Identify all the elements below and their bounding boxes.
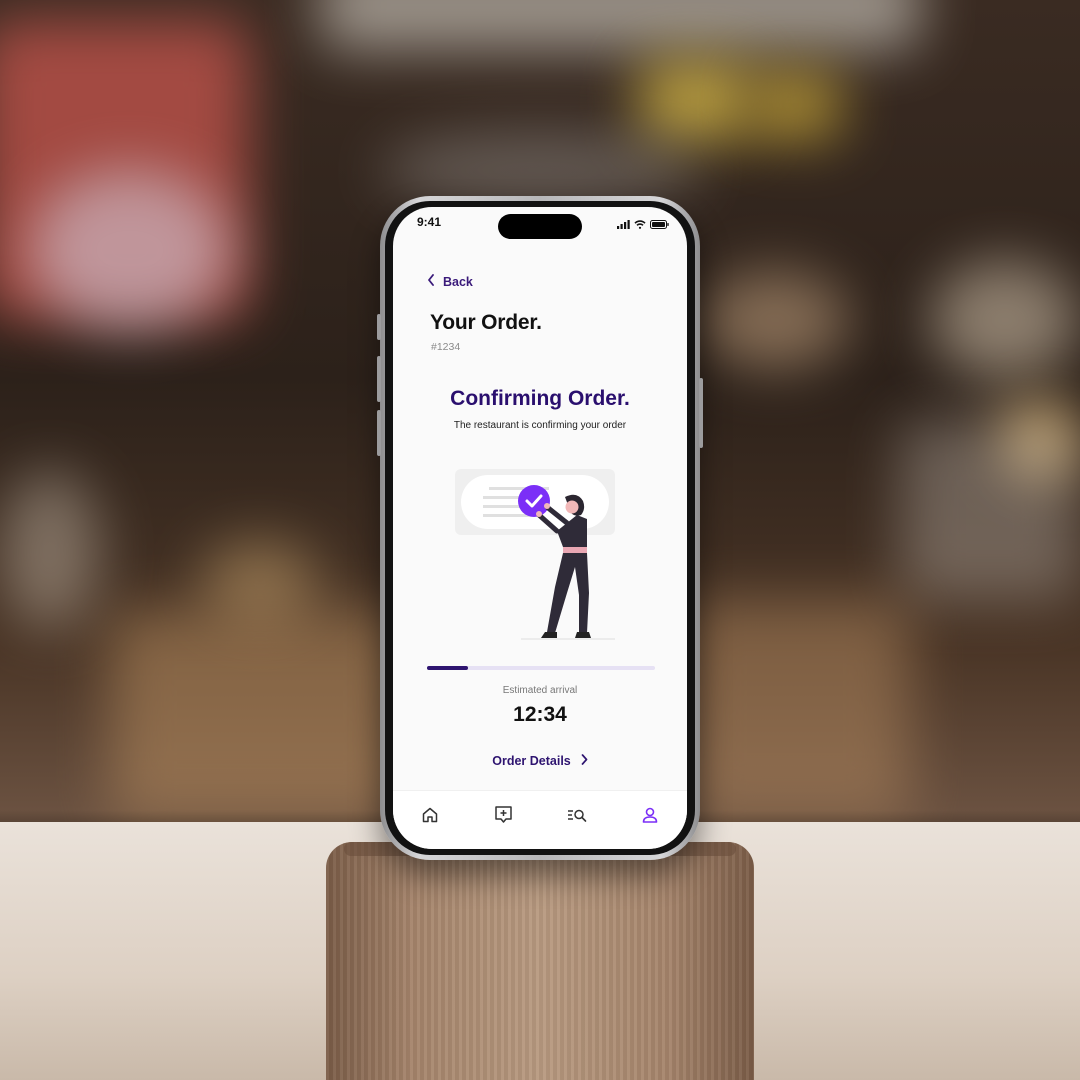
back-button[interactable]: Back (427, 273, 473, 291)
bottom-tab-bar (393, 790, 687, 849)
order-details-button[interactable]: Order Details (393, 752, 687, 770)
order-progress-fill (427, 666, 469, 670)
order-progress-bar (427, 666, 655, 670)
order-status-subtitle: The restaurant is confirming your order (453, 420, 627, 431)
chevron-right-icon (581, 752, 588, 770)
estimated-arrival-time: 12:34 (513, 703, 567, 726)
home-icon (421, 806, 439, 829)
signal-icon (617, 216, 630, 234)
confirmation-illustration (451, 467, 621, 657)
tab-profile[interactable] (630, 805, 670, 829)
app-screen: 9:41 Back Your Order. #1234 Confirming O… (393, 207, 687, 849)
chevron-left-icon (427, 273, 435, 291)
wifi-icon (634, 216, 646, 234)
order-status-title: Confirming Order. (450, 387, 630, 410)
dynamic-island (498, 214, 582, 239)
status-bar: 9:41 (393, 207, 687, 251)
status-time: 9:41 (417, 215, 442, 229)
profile-icon (641, 806, 659, 829)
order-details-label: Order Details (492, 754, 571, 768)
search-list-icon (567, 807, 587, 828)
back-label: Back (443, 275, 473, 289)
page-title: Your Order. (430, 311, 542, 334)
tab-home[interactable] (410, 805, 450, 829)
phone-device: 9:41 Back Your Order. #1234 Confirming O… (377, 196, 703, 860)
order-number: #1234 (431, 341, 461, 353)
wooden-stand (326, 842, 754, 1080)
new-order-icon (494, 805, 513, 829)
estimated-arrival-label: Estimated arrival (502, 685, 578, 696)
battery-icon (650, 216, 669, 234)
tab-new-order[interactable] (483, 805, 523, 829)
tab-search[interactable] (557, 805, 597, 829)
